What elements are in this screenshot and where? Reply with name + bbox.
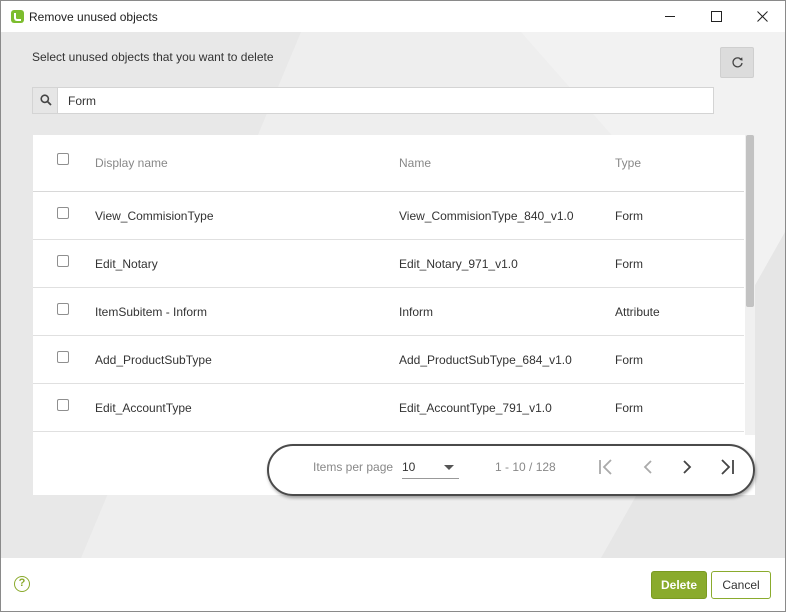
row-checkbox[interactable] [57, 207, 69, 219]
search-icon [40, 94, 52, 106]
previous-page-button[interactable] [638, 457, 658, 477]
first-page-button[interactable] [596, 457, 616, 477]
title-bar: Remove unused objects [1, 1, 785, 32]
close-icon [757, 11, 768, 22]
header-name[interactable]: Name [399, 156, 431, 170]
row-type: Form [615, 257, 643, 271]
last-page-icon [721, 459, 734, 475]
row-checkbox[interactable] [57, 303, 69, 315]
maximize-icon [711, 11, 722, 22]
help-icon[interactable]: ? [14, 576, 30, 592]
instruction-text: Select unused objects that you want to d… [32, 50, 274, 64]
refresh-icon [732, 57, 743, 68]
items-per-page-select[interactable]: 10 [402, 454, 459, 479]
header-display-name[interactable]: Display name [95, 156, 168, 170]
dialog-window: Remove unused objects Select unused obje… [0, 0, 786, 612]
search-input[interactable] [63, 88, 708, 113]
table-row[interactable]: ItemSubitem - Inform Inform Attribute [33, 288, 744, 336]
previous-page-icon [643, 460, 652, 474]
table-row[interactable]: Edit_AccountType Edit_AccountType_791_v1… [33, 384, 744, 432]
minimize-button[interactable] [647, 1, 693, 32]
dropdown-arrow-icon [444, 465, 454, 470]
maximize-button[interactable] [693, 1, 739, 32]
items-per-page-value: 10 [402, 460, 416, 474]
row-checkbox[interactable] [57, 399, 69, 411]
search-button[interactable] [33, 88, 58, 113]
header-type[interactable]: Type [615, 156, 641, 170]
objects-panel: Display name Name Type View_CommisionTyp… [33, 135, 755, 496]
next-page-button[interactable] [677, 457, 697, 477]
pager: Items per page 10 1 - 10 / 128 [33, 435, 755, 496]
row-name: Edit_Notary_971_v1.0 [399, 257, 518, 271]
select-all-checkbox[interactable] [57, 153, 69, 165]
row-name: Inform [399, 305, 434, 319]
search-box [32, 87, 714, 114]
table-row[interactable]: Add_ProductSubType Add_ProductSubType_68… [33, 336, 744, 384]
next-page-icon [683, 460, 692, 474]
row-display-name: Edit_Notary [95, 257, 158, 271]
scrollbar-thumb[interactable] [746, 135, 754, 307]
last-page-button[interactable] [717, 457, 737, 477]
row-checkbox[interactable] [57, 351, 69, 363]
row-checkbox[interactable] [57, 255, 69, 267]
row-display-name: Add_ProductSubType [95, 353, 212, 367]
row-display-name: Edit_AccountType [95, 401, 192, 415]
items-per-page-label: Items per page [313, 460, 394, 474]
row-display-name: View_CommisionType [95, 209, 214, 223]
minimize-icon [665, 16, 675, 17]
first-page-icon [599, 459, 612, 475]
window-title: Remove unused objects [29, 10, 158, 24]
cancel-button[interactable]: Cancel [711, 571, 771, 599]
table-row[interactable]: Edit_Notary Edit_Notary_971_v1.0 Form [33, 240, 744, 288]
delete-button[interactable]: Delete [651, 571, 707, 599]
row-type: Form [615, 209, 643, 223]
refresh-button[interactable] [720, 47, 754, 78]
close-button[interactable] [739, 1, 785, 32]
objects-table: Display name Name Type View_CommisionTyp… [33, 135, 744, 435]
row-type: Form [615, 401, 643, 415]
page-range: 1 - 10 / 128 [495, 460, 556, 474]
row-display-name: ItemSubitem - Inform [95, 305, 208, 319]
table-row[interactable]: View_CommisionType View_CommisionType_84… [33, 192, 744, 240]
row-type: Form [615, 353, 643, 367]
dialog-content: Select unused objects that you want to d… [1, 32, 785, 558]
dialog-footer: ? Delete Cancel [1, 558, 785, 611]
row-name: Edit_AccountType_791_v1.0 [399, 401, 552, 415]
row-type: Attribute [615, 305, 660, 319]
table-header: Display name Name Type [33, 135, 744, 192]
table-scrollbar[interactable] [745, 135, 755, 435]
bizagi-logo-icon [11, 10, 24, 23]
row-name: Add_ProductSubType_684_v1.0 [399, 353, 572, 367]
row-name: View_CommisionType_840_v1.0 [399, 209, 574, 223]
